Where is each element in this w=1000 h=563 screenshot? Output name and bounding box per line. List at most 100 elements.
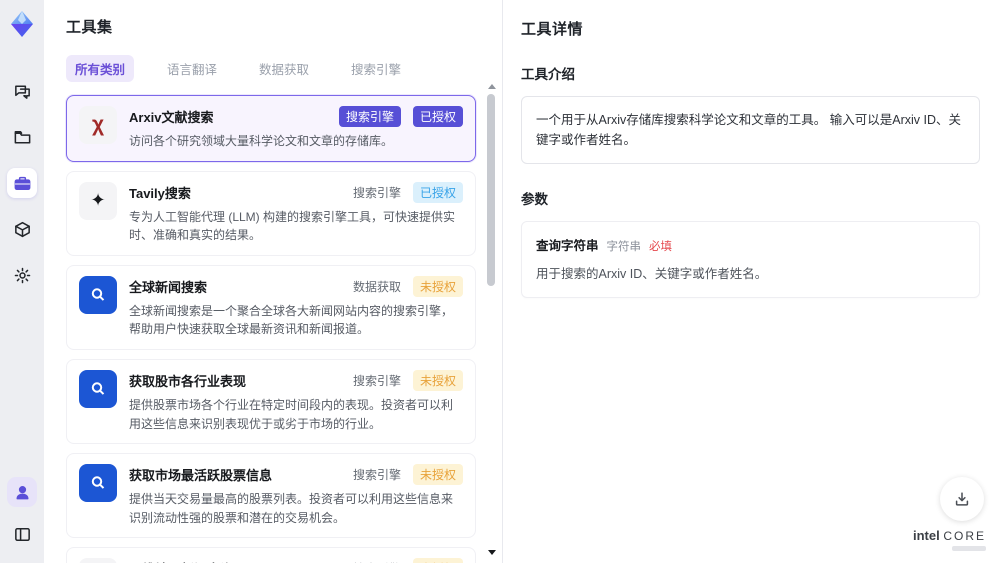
brand-text: intel core bbox=[913, 529, 986, 542]
tool-main: 获取市场最活跃股票信息 搜索引擎 未授权 提供当天交易量最高的股票列表。投资者可… bbox=[129, 464, 463, 527]
stock-search-icon bbox=[79, 369, 117, 408]
chat-nav-button[interactable] bbox=[7, 76, 37, 106]
tool-head: 获取股市各行业表现 搜索引擎 未授权 bbox=[129, 369, 463, 391]
tool-head: 万维地区新闻查询 搜索引擎 未授权 bbox=[129, 558, 463, 563]
tool-title: Arxiv文献搜索 bbox=[129, 110, 214, 125]
tool-main: 全球新闻搜索 数据获取 未授权 全球新闻搜索是一个聚合全球各大新闻网站内容的搜索… bbox=[129, 275, 463, 339]
tab-all-categories[interactable]: 所有类别 bbox=[66, 55, 135, 82]
tool-badges: 搜索引擎 已授权 bbox=[352, 181, 463, 203]
profile-button[interactable] bbox=[7, 477, 37, 507]
packages-nav-button[interactable] bbox=[7, 214, 37, 244]
brand-core: core bbox=[943, 529, 986, 543]
tool-main: 万维地区新闻查询 搜索引擎 未授权 查询具体行政区划内的新闻，快速了解各地新闻动 bbox=[129, 558, 463, 563]
files-nav-button[interactable] bbox=[7, 122, 37, 152]
brand-intel: intel bbox=[912, 528, 940, 543]
auth-status-badge: 未授权 bbox=[412, 558, 463, 563]
tool-card-regional-news[interactable]: 万维地区新闻查询 搜索引擎 未授权 查询具体行政区划内的新闻，快速了解各地新闻动 bbox=[66, 547, 476, 563]
tool-head: Arxiv文献搜索 搜索引擎 已授权 bbox=[129, 106, 463, 127]
parameter-card: 查询字符串 字符串 必填 用于搜索的Arxiv ID、关键字或作者姓名。 bbox=[521, 221, 980, 298]
tool-badges: 数据获取 未授权 bbox=[352, 275, 463, 297]
detail-title: 工具详情 bbox=[521, 21, 584, 38]
tool-badges: 搜索引擎 未授权 bbox=[352, 464, 463, 486]
tool-badges: 搜索引擎 未授权 bbox=[353, 558, 463, 563]
tool-main: Tavily搜索 搜索引擎 已授权 专为人工智能代理 (LLM) 构建的搜索引擎… bbox=[129, 181, 463, 245]
auth-status-badge: 已授权 bbox=[412, 181, 463, 203]
cube-icon bbox=[14, 221, 30, 237]
category-badge: 搜索引擎 bbox=[338, 106, 401, 127]
left-icon-rail bbox=[0, 0, 44, 563]
folder-icon bbox=[14, 130, 30, 143]
scrollbar-thumb[interactable] bbox=[487, 94, 495, 286]
scroll-down-arrow-icon[interactable] bbox=[488, 550, 496, 555]
settings-nav-button[interactable] bbox=[7, 260, 37, 290]
tool-description: 提供当天交易量最高的股票列表。投资者可以利用这些信息来识别流动性强的股票和潜在的… bbox=[129, 492, 454, 525]
chat-icon bbox=[14, 85, 30, 99]
auth-status-badge: 未授权 bbox=[412, 275, 463, 297]
tool-description: 专为人工智能代理 (LLM) 构建的搜索引擎工具，可快速提供实时、准确和真实的结… bbox=[129, 209, 456, 243]
app-logo-icon bbox=[11, 11, 33, 37]
sidebar-panel-icon bbox=[14, 527, 30, 541]
download-icon bbox=[955, 492, 969, 506]
tools-nav-button[interactable] bbox=[7, 168, 37, 198]
tool-card-arxiv[interactable]: χ Arxiv文献搜索 搜索引擎 已授权 访问各个研究领域大量科学论文和文章的存… bbox=[66, 95, 476, 162]
tab-data-acquisition[interactable]: 数据获取 bbox=[250, 55, 318, 82]
collapse-panel-button[interactable] bbox=[7, 519, 37, 549]
tool-card-most-active-stocks[interactable]: 获取市场最活跃股票信息 搜索引擎 未授权 提供当天交易量最高的股票列表。投资者可… bbox=[66, 453, 476, 539]
tool-card-global-news[interactable]: 全球新闻搜索 数据获取 未授权 全球新闻搜索是一个聚合全球各大新闻网站内容的搜索… bbox=[66, 264, 476, 350]
category-label: 搜索引擎 bbox=[352, 468, 401, 483]
tools-list-panel: 工具集 所有类别 语言翻译 数据获取 搜索引擎 χ Arxiv文献搜索 搜索引擎… bbox=[44, 0, 503, 563]
tab-language-translation[interactable]: 语言翻译 bbox=[158, 55, 226, 82]
arxiv-icon: χ bbox=[79, 106, 117, 144]
app-window: 工具集 所有类别 语言翻译 数据获取 搜索引擎 χ Arxiv文献搜索 搜索引擎… bbox=[0, 0, 1000, 563]
tool-title: 获取市场最活跃股票信息 bbox=[129, 468, 273, 484]
parameter-type: 字符串 bbox=[606, 241, 642, 253]
tool-head: 全球新闻搜索 数据获取 未授权 bbox=[129, 275, 463, 297]
tool-card-list: χ Arxiv文献搜索 搜索引擎 已授权 访问各个研究领域大量科学论文和文章的存… bbox=[66, 95, 476, 563]
intro-heading: 工具介绍 bbox=[521, 67, 575, 82]
tool-intro-text: 一个用于从Arxiv存储库搜索科学论文和文章的工具。 输入可以是Arxiv ID… bbox=[521, 96, 980, 164]
tool-title: 获取股市各行业表现 bbox=[129, 373, 247, 389]
user-icon bbox=[16, 485, 28, 499]
parameter-header: 查询字符串 字符串 必填 bbox=[536, 235, 965, 254]
tool-title: 全球新闻搜索 bbox=[129, 279, 208, 295]
tool-title: Tavily搜索 bbox=[129, 185, 191, 201]
tavily-icon: ✦ bbox=[79, 181, 117, 220]
tool-badges: 搜索引擎 已授权 bbox=[338, 106, 463, 127]
arxiv-glyph: χ bbox=[91, 113, 105, 136]
params-heading: 参数 bbox=[521, 192, 548, 207]
stock-search-icon bbox=[79, 464, 117, 503]
news-search-icon bbox=[79, 275, 117, 314]
download-button[interactable] bbox=[940, 477, 984, 521]
newspaper-icon bbox=[79, 558, 117, 563]
tool-card-sector-performance[interactable]: 获取股市各行业表现 搜索引擎 未授权 提供股票市场各个行业在特定时间段内的表现。… bbox=[66, 358, 476, 445]
tool-card-tavily[interactable]: ✦ Tavily搜索 搜索引擎 已授权 专为人工智能代理 (LLM) 构建的搜索… bbox=[66, 170, 476, 256]
rail-nav bbox=[7, 76, 37, 290]
tool-head: Tavily搜索 搜索引擎 已授权 bbox=[129, 181, 463, 203]
tavily-glyph: ✦ bbox=[90, 190, 106, 211]
gear-icon bbox=[14, 267, 30, 283]
category-tabs: 所有类别 语言翻译 数据获取 搜索引擎 bbox=[66, 55, 476, 82]
category-label: 搜索引擎 bbox=[353, 558, 401, 563]
list-scrollbar[interactable] bbox=[487, 84, 496, 555]
briefcase-icon bbox=[14, 176, 30, 190]
parameter-description: 用于搜索的Arxiv ID、关键字或作者姓名。 bbox=[536, 267, 768, 281]
auth-status-badge: 已授权 bbox=[412, 106, 463, 127]
category-label: 数据获取 bbox=[352, 279, 401, 294]
tool-detail-panel: 工具详情 工具介绍 一个用于从Arxiv存储库搜索科学论文和文章的工具。 输入可… bbox=[504, 0, 1000, 563]
parameter-name: 查询字符串 bbox=[536, 239, 599, 253]
scroll-up-arrow-icon[interactable] bbox=[488, 84, 496, 89]
auth-status-badge: 未授权 bbox=[412, 369, 463, 391]
category-label: 搜索引擎 bbox=[352, 185, 401, 200]
tool-main: 获取股市各行业表现 搜索引擎 未授权 提供股票市场各个行业在特定时间段内的表现。… bbox=[129, 369, 463, 433]
tool-description: 提供股票市场各个行业在特定时间段内的表现。投资者可以利用这些信息来识别表现优于或… bbox=[129, 397, 454, 431]
category-label: 搜索引擎 bbox=[352, 373, 401, 388]
tool-description: 访问各个研究领域大量科学论文和文章的存储库。 bbox=[129, 134, 394, 148]
tool-head: 获取市场最活跃股票信息 搜索引擎 未授权 bbox=[129, 464, 463, 486]
tab-search-engine[interactable]: 搜索引擎 bbox=[342, 55, 410, 82]
auth-status-badge: 未授权 bbox=[412, 464, 463, 486]
intel-core-logo: intel core bbox=[913, 529, 986, 551]
page-title: 工具集 bbox=[66, 19, 113, 36]
tool-badges: 搜索引擎 未授权 bbox=[352, 369, 463, 391]
required-flag: 必填 bbox=[649, 241, 673, 253]
rail-bottom bbox=[7, 477, 37, 549]
